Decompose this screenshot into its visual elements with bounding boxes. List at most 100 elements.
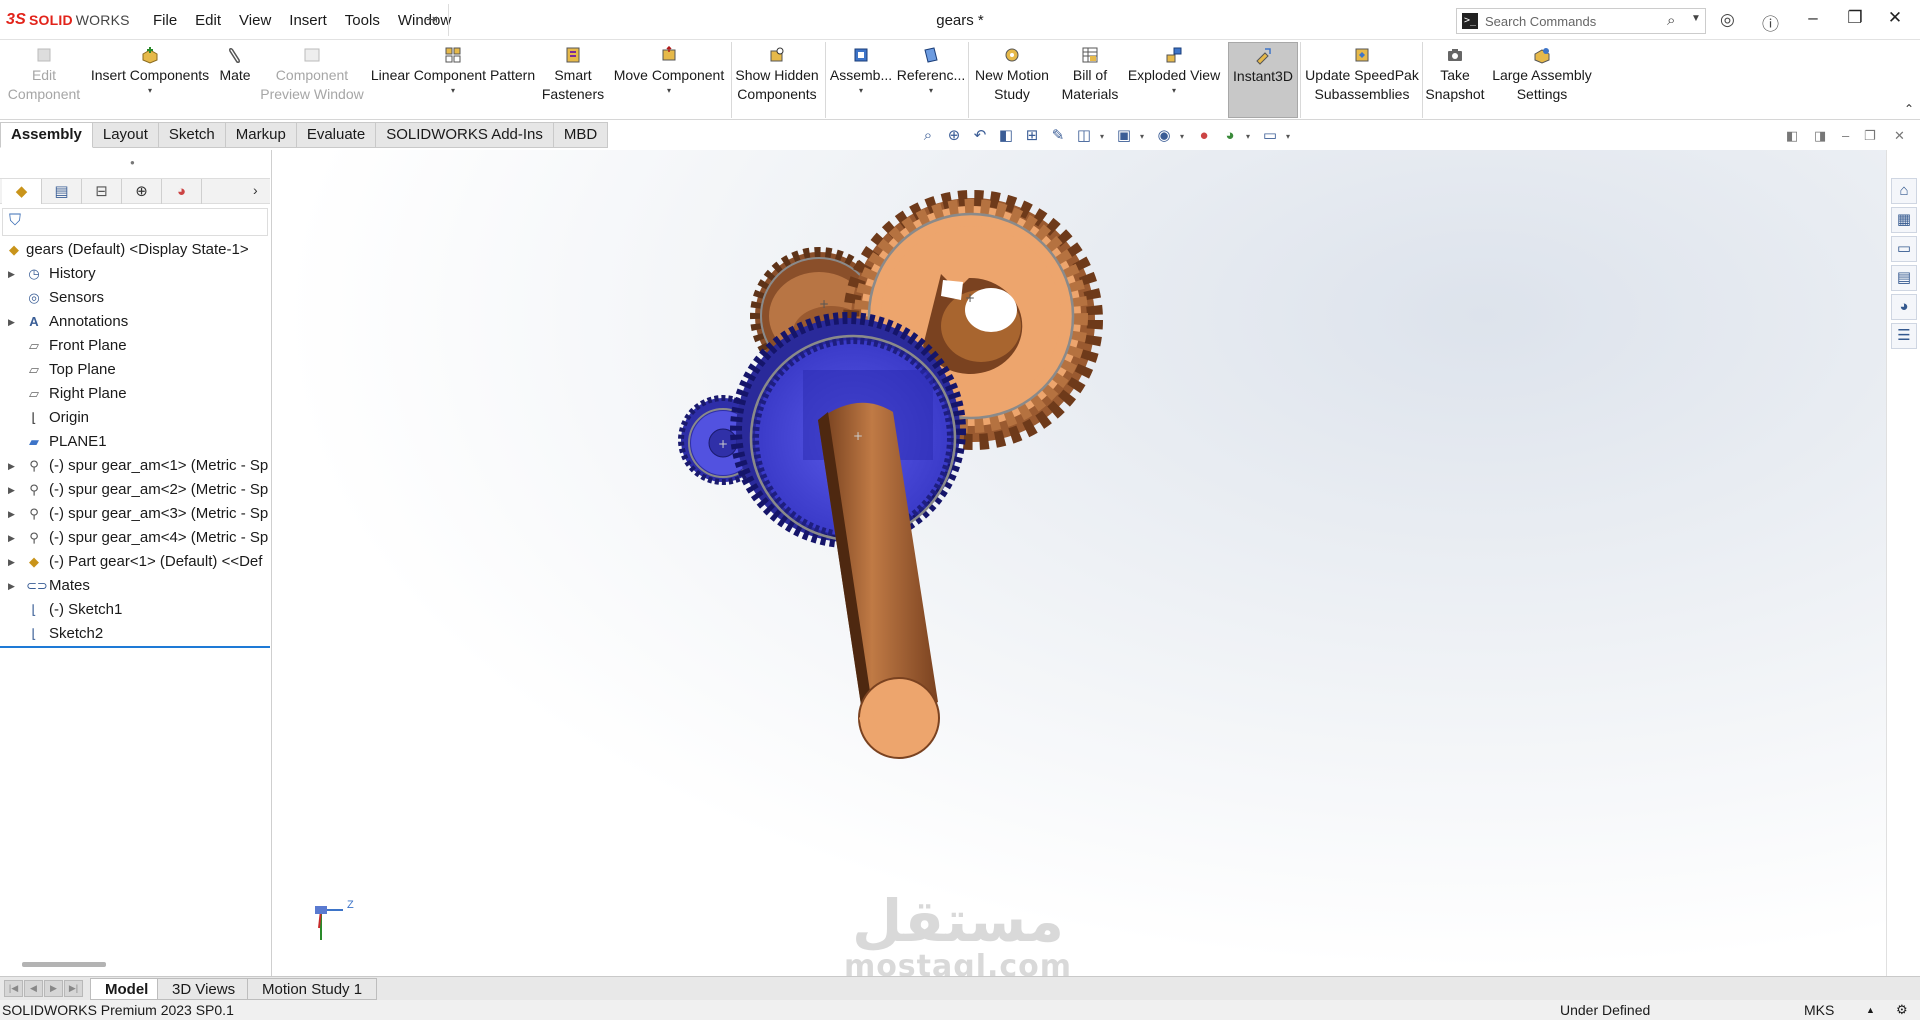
unit-system-up-icon[interactable]: ▲	[1866, 1000, 1875, 1020]
assembly-features-button[interactable]: Assemb... ▾	[828, 46, 894, 96]
tree-item-mates[interactable]: ▶ ⊂⊃ Mates	[0, 574, 272, 598]
exploded-view-dropdown-icon[interactable]: ▾	[1126, 86, 1222, 96]
tree-item-spur-gear-4[interactable]: ▶ ⚲ (-) spur gear_am<4> (Metric - Sp	[0, 526, 272, 550]
expand-arrow-icon[interactable]: ▶	[8, 478, 15, 502]
doc-minimize-icon[interactable]: –	[1842, 128, 1849, 143]
tab-layout[interactable]: Layout	[92, 122, 159, 148]
tree-item-spur-gear-2[interactable]: ▶ ⚲ (-) spur gear_am<2> (Metric - Sp	[0, 478, 272, 502]
horizontal-scrollbar[interactable]	[22, 962, 106, 967]
view-palette-icon[interactable]: ▤	[1891, 265, 1917, 291]
expand-arrow-icon[interactable]: ▶	[8, 262, 15, 286]
tab-solidworks-add-ins[interactable]: SOLIDWORKS Add-Ins	[376, 122, 554, 148]
tree-item-plane1[interactable]: ▰ PLANE1	[0, 430, 272, 454]
view-orientation-dropdown-icon[interactable]: ▾	[1100, 132, 1108, 141]
smart-fasteners-button[interactable]: Smart Fasteners	[538, 46, 608, 104]
assembly-features-dropdown-icon[interactable]: ▾	[828, 86, 894, 96]
doc-tile-right-icon[interactable]: ◨	[1814, 128, 1826, 144]
component-preview-window-button[interactable]: Component Preview Window	[258, 46, 366, 104]
rebuild-status-icon[interactable]: ⚙	[1896, 1000, 1908, 1020]
hide-show-items-icon[interactable]: ◉	[1154, 126, 1174, 146]
edit-appearance-icon[interactable]: ●	[1194, 126, 1214, 146]
filter-funnel-icon[interactable]: ⛉	[9, 212, 21, 230]
rollback-bar[interactable]	[0, 646, 270, 648]
edit-component-button[interactable]: Edit Component	[4, 46, 84, 104]
reference-geometry-button[interactable]: Referenc... ▾	[896, 46, 966, 96]
panel-grip-icon[interactable]: ●	[130, 158, 135, 167]
move-component-dropdown-icon[interactable]: ▾	[610, 86, 728, 96]
tree-item-annotations[interactable]: ▶ A Annotations	[0, 310, 272, 334]
tree-item-sketch2[interactable]: ⌊ Sketch2	[0, 622, 272, 646]
property-manager-tab-icon[interactable]: ▤	[42, 179, 82, 204]
zoom-to-area-icon[interactable]: ⊕	[944, 126, 964, 146]
dimxpert-manager-tab-icon[interactable]: ⊕	[122, 179, 162, 204]
more-tabs-chevron-icon[interactable]: ›	[253, 182, 258, 198]
tree-item-sensors[interactable]: ◎ Sensors	[0, 286, 272, 310]
restore-button[interactable]: ❐	[1840, 8, 1870, 28]
move-component-button[interactable]: Move Component ▾	[610, 46, 728, 96]
instant3d-button[interactable]: Instant3D	[1228, 42, 1298, 118]
zoom-to-fit-icon[interactable]: ⌕	[918, 126, 938, 146]
large-assembly-settings-button[interactable]: Large Assembly Settings	[1490, 46, 1594, 104]
menu-file[interactable]: File	[144, 12, 186, 29]
tree-item-spur-gear-1[interactable]: ▶ ⚲ (-) spur gear_am<1> (Metric - Sp	[0, 454, 272, 478]
edit-appearance-pen-icon[interactable]: ✎	[1048, 126, 1068, 146]
apply-scene-icon[interactable]: ◕	[1220, 126, 1240, 146]
view-orientation-icon[interactable]: ◫	[1074, 126, 1094, 146]
show-hidden-components-button[interactable]: Show Hidden Components	[734, 46, 820, 104]
close-button[interactable]: ✕	[1880, 8, 1910, 28]
user-account-icon[interactable]: ◎	[1720, 10, 1735, 30]
hide-show-dropdown-icon[interactable]: ▾	[1180, 132, 1188, 141]
insert-components-button[interactable]: Insert Components ▾	[88, 46, 212, 96]
section-view-icon[interactable]: ◧	[996, 126, 1016, 146]
menu-insert[interactable]: Insert	[280, 12, 336, 29]
prev-tab-icon[interactable]: ◀	[24, 980, 43, 997]
search-input[interactable]	[1485, 11, 1665, 31]
display-style-icon[interactable]: ▣	[1114, 126, 1134, 146]
insert-components-dropdown-icon[interactable]: ▾	[88, 86, 212, 96]
last-tab-icon[interactable]: ▶|	[64, 980, 83, 997]
tree-item-history[interactable]: ▶ ◷ History	[0, 262, 272, 286]
first-tab-icon[interactable]: |◀	[4, 980, 23, 997]
appearances-icon[interactable]: ◕	[1891, 294, 1917, 320]
custom-properties-icon[interactable]: ☰	[1891, 323, 1917, 349]
design-library-icon[interactable]: ▦	[1891, 207, 1917, 233]
search-icon[interactable]: ⌕	[1667, 12, 1675, 29]
feature-manager-tab-icon[interactable]: ◆	[2, 179, 42, 204]
tab-mbd[interactable]: MBD	[553, 122, 609, 148]
linear-component-pattern-button[interactable]: Linear Component Pattern ▾	[368, 46, 538, 96]
tab-evaluate[interactable]: Evaluate	[296, 122, 377, 148]
apply-scene-dropdown-icon[interactable]: ▾	[1246, 132, 1254, 141]
display-manager-tab-icon[interactable]: ◕	[162, 179, 202, 204]
search-dropdown-icon[interactable]: ▼	[1691, 13, 1701, 24]
expand-arrow-icon[interactable]: ▶	[8, 502, 15, 526]
tree-root[interactable]: ◆ gears (Default) <Display State-1>	[0, 238, 272, 262]
expand-arrow-icon[interactable]: ▶	[8, 574, 15, 598]
collapse-ribbon-icon[interactable]: ⌃	[1904, 102, 1914, 116]
doc-restore-icon[interactable]: ❐	[1864, 128, 1876, 144]
menu-edit[interactable]: Edit	[186, 12, 230, 29]
update-speedpak-button[interactable]: Update SpeedPak Subassemblies	[1304, 46, 1420, 104]
tab-assembly[interactable]: Assembly	[0, 122, 93, 148]
new-motion-study-button[interactable]: New Motion Study	[970, 46, 1054, 104]
menu-window[interactable]: Window	[389, 12, 460, 29]
file-explorer-folder-icon[interactable]: ▭	[1891, 236, 1917, 262]
unit-system[interactable]: MKS	[1804, 1000, 1834, 1020]
tree-item-sketch1[interactable]: ⌊ (-) Sketch1	[0, 598, 272, 622]
dynamic-annotation-icon[interactable]: ⊞	[1022, 126, 1042, 146]
gear-assembly-model[interactable]: + + + + Z	[273, 150, 1886, 976]
tree-item-front-plane[interactable]: ▱ Front Plane	[0, 334, 272, 358]
graphics-area[interactable]: + + + + Z مستقل mostaql.com	[273, 150, 1886, 982]
bill-of-materials-button[interactable]: Bill of Materials	[1056, 46, 1124, 104]
menu-view[interactable]: View	[230, 12, 280, 29]
configuration-manager-tab-icon[interactable]: ⊟	[82, 179, 122, 204]
tab-markup[interactable]: Markup	[225, 122, 297, 148]
exploded-view-button[interactable]: Exploded View ▾	[1126, 46, 1222, 96]
previous-view-icon[interactable]: ↶	[970, 126, 990, 146]
tab-sketch[interactable]: Sketch	[158, 122, 226, 148]
expand-arrow-icon[interactable]: ▶	[8, 550, 15, 574]
linear-pattern-dropdown-icon[interactable]: ▾	[368, 86, 538, 96]
tree-filter[interactable]: ⛉	[2, 208, 268, 236]
help-icon[interactable]: ⓘ	[1762, 10, 1779, 35]
doc-close-icon[interactable]: ✕	[1894, 128, 1905, 144]
reference-geometry-dropdown-icon[interactable]: ▾	[896, 86, 966, 96]
